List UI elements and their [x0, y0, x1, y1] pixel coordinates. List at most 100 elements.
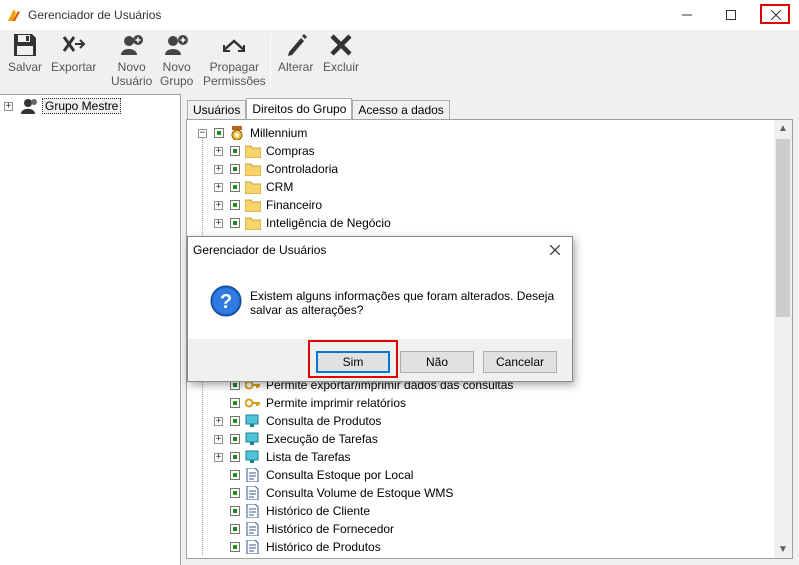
dialog-message: Existem alguns informações que foram alt…	[250, 289, 555, 317]
tree-checkbox[interactable]	[230, 200, 240, 210]
tree-checkbox[interactable]	[214, 128, 224, 138]
tree-checkbox[interactable]	[230, 164, 240, 174]
tab-group-rights[interactable]: Direitos do Grupo	[246, 98, 353, 119]
tree-item[interactable]: Histórico de Fornecedor	[230, 520, 394, 538]
screen-icon	[245, 432, 259, 445]
tree-checkbox[interactable]	[230, 488, 240, 498]
window-title: Gerenciador de Usuários	[28, 8, 162, 22]
tree-item[interactable]: + Execução de Tarefas	[214, 430, 378, 448]
tree-item[interactable]: Consulta Estoque por Local	[230, 466, 413, 484]
folder-icon	[245, 163, 261, 176]
dialog-title: Gerenciador de Usuários	[193, 243, 327, 257]
tree-item-label: Consulta Volume de Estoque WMS	[266, 486, 454, 500]
new-group-label: Novo Grupo	[160, 60, 194, 88]
vertical-scrollbar[interactable]: ▲ ▼	[774, 120, 792, 558]
groups-tree-panel: + Grupo Mestre	[0, 94, 181, 565]
tree-item[interactable]: + CRM	[214, 178, 293, 196]
tree-item-group-master[interactable]: + Grupo Mestre	[4, 98, 122, 114]
no-button[interactable]: Não	[400, 351, 474, 373]
tree-item[interactable]: Histórico de Cliente	[230, 502, 370, 520]
close-button-highlight	[760, 4, 790, 24]
tree-item[interactable]: Permite imprimir relatórios	[230, 394, 406, 412]
stamp-icon	[231, 126, 243, 140]
collapse-icon[interactable]: −	[198, 128, 207, 138]
pencil-icon	[287, 34, 307, 56]
tab-data-access[interactable]: Acesso a dados	[352, 100, 450, 119]
document-icon	[246, 504, 259, 518]
folder-icon	[245, 145, 261, 158]
yes-button-highlight	[308, 340, 398, 378]
tree-checkbox[interactable]	[230, 452, 240, 462]
expand-icon[interactable]: +	[214, 200, 223, 210]
expand-icon[interactable]: +	[214, 218, 223, 228]
maximize-button[interactable]	[708, 0, 753, 30]
export-button[interactable]: Exportar	[51, 32, 96, 74]
tree-item[interactable]: + Inteligência de Negócio	[214, 214, 391, 232]
minimize-icon	[681, 14, 692, 16]
folder-icon	[245, 199, 261, 212]
cancel-button[interactable]: Cancelar	[483, 351, 557, 373]
expand-icon[interactable]: +	[214, 182, 223, 192]
tab-strip: Usuários Direitos do Grupo Acesso a dado…	[187, 98, 450, 119]
tree-item[interactable]: + Consulta de Produtos	[214, 412, 381, 430]
screen-icon	[245, 450, 259, 463]
tab-users[interactable]: Usuários	[187, 100, 247, 119]
tree-checkbox[interactable]	[230, 542, 240, 552]
folder-icon	[245, 217, 261, 230]
floppy-disk-icon	[14, 34, 36, 56]
new-user-button[interactable]: Novo Usuário	[111, 32, 152, 88]
tree-item-label: Histórico de Cliente	[266, 504, 371, 518]
svg-text:?: ?	[220, 291, 232, 313]
tree-checkbox[interactable]	[230, 146, 240, 156]
expand-icon[interactable]: +	[214, 416, 223, 426]
tree-checkbox[interactable]	[230, 524, 240, 534]
tree-checkbox[interactable]	[230, 506, 240, 516]
tree-item-label: CRM	[266, 180, 294, 194]
propagate-permissions-button[interactable]: Propagar Permissões	[203, 32, 266, 88]
tree-item-label: Histórico de Produtos	[266, 540, 381, 554]
tree-item-label: Controladoria	[266, 162, 339, 176]
toolbar: Salvar Exportar Novo Usuário Novo Grupo	[0, 30, 799, 92]
expand-icon[interactable]: +	[214, 146, 223, 156]
tree-item[interactable]: + Lista de Tarefas	[214, 448, 351, 466]
new-user-label: Novo Usuário	[111, 60, 153, 88]
tree-item-label: Permite imprimir relatórios	[266, 396, 407, 410]
edit-button[interactable]: Alterar	[278, 32, 313, 74]
tree-checkbox[interactable]	[230, 398, 240, 408]
document-icon	[246, 540, 259, 554]
document-icon	[246, 468, 259, 482]
tree-item[interactable]: Histórico de Produtos	[230, 538, 381, 556]
minimize-button[interactable]	[664, 0, 709, 30]
tree-checkbox[interactable]	[230, 434, 240, 444]
group-master-label: Grupo Mestre	[42, 98, 122, 114]
screen-icon	[245, 414, 259, 427]
expand-icon[interactable]: +	[214, 434, 223, 444]
title-bar: Gerenciador de Usuários	[0, 0, 799, 30]
expand-icon[interactable]: +	[4, 101, 13, 111]
expand-icon[interactable]: +	[214, 164, 223, 174]
tree-checkbox[interactable]	[230, 416, 240, 426]
add-group-icon	[164, 35, 188, 55]
tree-item[interactable]: Consulta Volume de Estoque WMS	[230, 484, 453, 502]
toolbar-separator	[270, 34, 271, 88]
maximize-icon	[725, 10, 736, 20]
scroll-up-icon[interactable]: ▲	[774, 120, 792, 137]
delete-button[interactable]: Excluir	[323, 32, 359, 74]
tree-checkbox[interactable]	[230, 218, 240, 228]
scroll-down-icon[interactable]: ▼	[774, 541, 792, 558]
tree-item[interactable]: + Controladoria	[214, 160, 338, 178]
tree-item-label: Histórico de Fornecedor	[266, 522, 395, 536]
scrollbar-thumb[interactable]	[776, 139, 790, 317]
expand-icon[interactable]: +	[214, 452, 223, 462]
tree-item-millennium[interactable]: − Millennium	[198, 124, 307, 142]
edit-label: Alterar	[278, 60, 314, 74]
tree-checkbox[interactable]	[230, 470, 240, 480]
tree-item[interactable]: + Compras	[214, 142, 315, 160]
dialog-close-button[interactable]	[538, 237, 572, 263]
tree-item-label: Financeiro	[266, 198, 323, 212]
save-button[interactable]: Salvar	[8, 32, 42, 74]
tree-item[interactable]: + Financeiro	[214, 196, 322, 214]
new-group-button[interactable]: Novo Grupo	[160, 32, 193, 88]
close-icon	[550, 245, 560, 255]
tree-checkbox[interactable]	[230, 182, 240, 192]
